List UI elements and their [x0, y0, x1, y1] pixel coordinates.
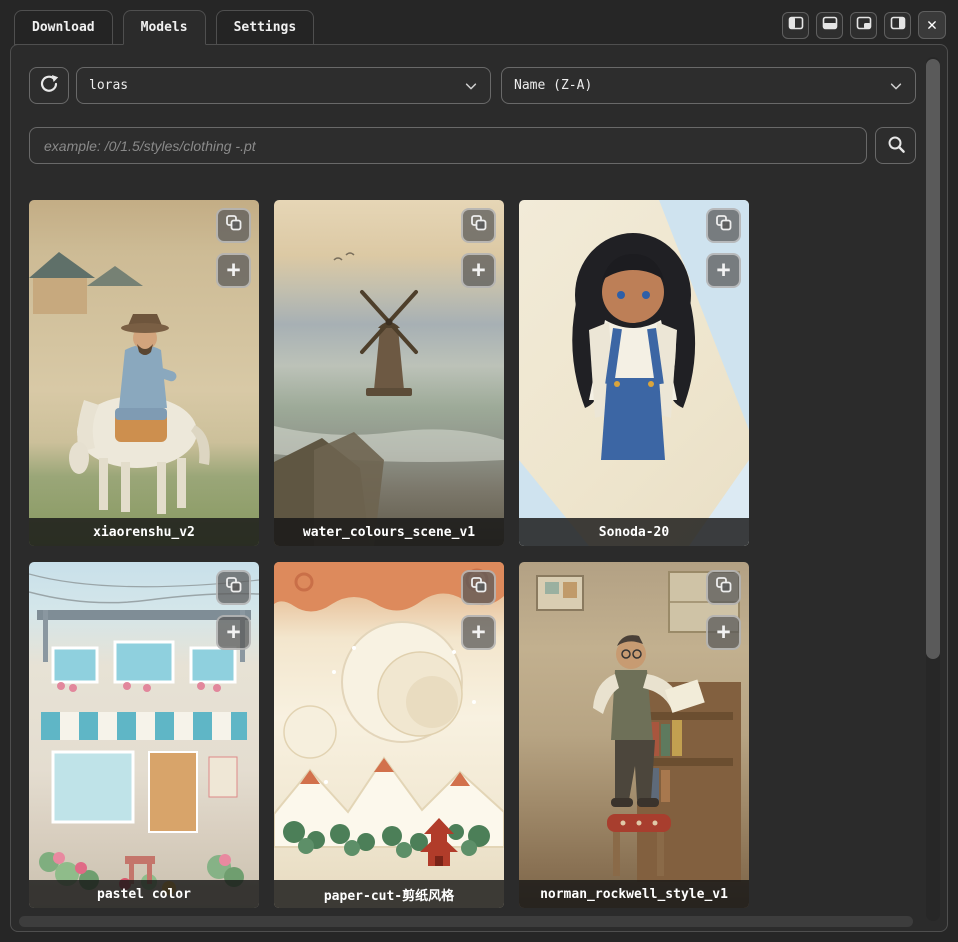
dock-bottom-icon: [822, 15, 838, 35]
copy-icon: [225, 576, 243, 599]
add-model-button[interactable]: +: [461, 615, 496, 650]
model-name-label: pastel color: [29, 880, 259, 908]
dock-left-icon: [788, 15, 804, 35]
model-grid: + xiaorenshu_v2: [29, 200, 749, 908]
model-type-select[interactable]: loras: [76, 67, 491, 104]
dock-bottom-button[interactable]: [816, 12, 843, 39]
dock-left-button[interactable]: [782, 12, 809, 39]
dock-bottom-right-icon: [856, 15, 872, 35]
card-actions: +: [461, 208, 496, 288]
model-card[interactable]: + pastel color: [29, 562, 259, 908]
dock-right-button[interactable]: [884, 12, 911, 39]
card-actions: +: [706, 208, 741, 288]
tab-models[interactable]: Models: [123, 10, 206, 45]
copy-icon: [470, 576, 488, 599]
add-model-button[interactable]: +: [461, 253, 496, 288]
model-name-label: xiaorenshu_v2: [29, 518, 259, 546]
plus-icon: +: [717, 259, 731, 282]
sort-value: Name (Z-A): [514, 78, 592, 93]
model-card[interactable]: + norman_rockwell_style_v1: [519, 562, 749, 908]
model-name-label: norman_rockwell_style_v1: [519, 880, 749, 908]
copy-icon: [715, 576, 733, 599]
dock-bottom-right-button[interactable]: [850, 12, 877, 39]
search-button[interactable]: [875, 127, 916, 164]
horizontal-scrollbar-thumb[interactable]: [19, 916, 913, 927]
vertical-scrollbar-thumb[interactable]: [926, 59, 940, 659]
tab-bar: Download Models Settings: [14, 10, 314, 45]
plus-icon: +: [227, 259, 241, 282]
model-card[interactable]: + paper-cut-剪纸风格: [274, 562, 504, 908]
sort-select[interactable]: Name (Z-A): [501, 67, 916, 104]
model-name-label: Sonoda-20: [519, 518, 749, 546]
search-input[interactable]: [29, 127, 867, 164]
add-model-button[interactable]: +: [216, 615, 251, 650]
vertical-scrollbar-track[interactable]: [926, 57, 940, 921]
model-card[interactable]: + xiaorenshu_v2: [29, 200, 259, 546]
add-model-button[interactable]: +: [706, 615, 741, 650]
tab-settings[interactable]: Settings: [216, 10, 315, 45]
tab-download[interactable]: Download: [14, 10, 113, 45]
card-actions: +: [461, 570, 496, 650]
refresh-button[interactable]: [29, 67, 69, 104]
add-model-button[interactable]: +: [706, 253, 741, 288]
refresh-icon: [39, 74, 59, 98]
chevron-down-icon: [464, 79, 478, 93]
dock-right-icon: [890, 15, 906, 35]
model-type-value: loras: [89, 78, 128, 93]
close-button[interactable]: ✕: [918, 11, 946, 39]
copy-model-button[interactable]: [216, 570, 251, 605]
card-actions: +: [706, 570, 741, 650]
plus-icon: +: [717, 621, 731, 644]
copy-icon: [470, 214, 488, 237]
model-card[interactable]: + Sonoda-20: [519, 200, 749, 546]
copy-model-button[interactable]: [461, 208, 496, 243]
model-name-label: water_colours_scene_v1: [274, 518, 504, 546]
plus-icon: +: [472, 621, 486, 644]
card-actions: +: [216, 208, 251, 288]
copy-icon: [225, 214, 243, 237]
copy-model-button[interactable]: [461, 570, 496, 605]
plus-icon: +: [472, 259, 486, 282]
copy-model-button[interactable]: [706, 208, 741, 243]
copy-icon: [715, 214, 733, 237]
search-icon: [886, 134, 906, 158]
model-manager-window: Download Models Settings ✕: [0, 0, 958, 942]
chevron-down-icon: [889, 79, 903, 93]
copy-model-button[interactable]: [706, 570, 741, 605]
copy-model-button[interactable]: [216, 208, 251, 243]
add-model-button[interactable]: +: [216, 253, 251, 288]
model-card[interactable]: + water_colours_scene_v1: [274, 200, 504, 546]
card-actions: +: [216, 570, 251, 650]
models-panel: loras Name (Z-A): [10, 44, 948, 932]
window-controls: ✕: [782, 11, 946, 39]
close-icon: ✕: [927, 15, 937, 35]
plus-icon: +: [227, 621, 241, 644]
model-name-label: paper-cut-剪纸风格: [274, 880, 504, 908]
